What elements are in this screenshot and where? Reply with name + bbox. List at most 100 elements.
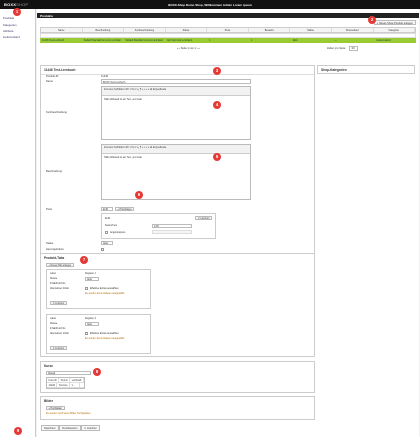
- product-id-value: 11446: [101, 75, 109, 78]
- new-product-button[interactable]: + Neues Shop-Produkt anlegen: [373, 20, 416, 25]
- tab-content-label: Inhalt/Kurzinfo: [50, 327, 66, 330]
- short-description-editor[interactable]: Format ▾ Schriftart ▾ B I U S x² x₂ ¶ ≡ …: [101, 86, 251, 140]
- offer-price-checkbox[interactable]: [105, 230, 108, 234]
- tab-class-label: Klasse: [50, 322, 58, 325]
- column-header[interactable]: Name: [41, 28, 83, 32]
- netto-price-label: Netto-Preis: [105, 224, 117, 227]
- short-description-label: Kurzbeschreibung: [46, 111, 67, 114]
- highlighted-checkbox[interactable]: [101, 248, 104, 251]
- add-price-button[interactable]: + Hinzufügen: [115, 207, 135, 211]
- status-label: Status: [46, 242, 54, 245]
- sidebar-item-delivery[interactable]: Lieferzustand: [0, 34, 35, 40]
- product-edit-panel: 11446 Test-Lernbuch Produkt-ID 11446 Nam…: [40, 65, 315, 255]
- tab-label-label: Label: [50, 317, 56, 320]
- column-header[interactable]: Marke: [290, 28, 332, 32]
- annotation-badge-6: 6: [135, 191, 143, 199]
- courses-section: Kurse Aktuell Kurs-ID Termin Lehrkraft 1…: [40, 361, 315, 393]
- save-button[interactable]: Speichern: [41, 425, 59, 431]
- editor-body[interactable]: Hallo Weltwelt ist ein Text, und zwar: [102, 154, 250, 161]
- table-cell: Termine: [57, 383, 70, 387]
- annotation-badge-3: 3: [213, 67, 221, 75]
- table-cell: 11446 Test-Lernbuch: [42, 39, 65, 42]
- reset-button[interactable]: Zurücksetzen: [59, 425, 81, 431]
- editor-toolbar[interactable]: Format ▾ Schriftart ▾ B I U S x² x₂ ¶ ≡ …: [102, 145, 250, 154]
- annotation-badge-4: 4: [213, 101, 221, 109]
- extras-checkbox[interactable]: [85, 286, 88, 290]
- rows-per-page-select[interactable]: 20: [348, 46, 358, 51]
- description-label: Beschreibung: [46, 170, 62, 173]
- rows-per-page: Zeilen pro Seite: 20: [327, 46, 358, 51]
- sidebar: Produkte Kategorien Attribute Lieferzust…: [0, 9, 36, 437]
- annotation-badge-1: 1: [13, 8, 21, 16]
- extras-label: Effektive Extras auswählen: [90, 332, 119, 335]
- currency-select[interactable]: EUR: [101, 207, 113, 211]
- product-edit-title: 11446 Test-Lernbuch: [41, 66, 314, 75]
- pagination[interactable]: « ‹ Seite 1 von 1 › »: [177, 47, 200, 50]
- name-label: Name: [46, 80, 53, 83]
- table-cell: Default Standard ist ernst und klein: [83, 39, 121, 42]
- annotation-badge-8: 8: [93, 368, 101, 376]
- tab-label-value: Register 1: [85, 272, 96, 275]
- price-currency-label: EUR: [105, 217, 111, 220]
- status-select[interactable]: Aktiv: [101, 241, 113, 245]
- table-cell: Default Standard ist ernst und klein: [125, 39, 163, 42]
- table-cell: 1: [250, 39, 253, 42]
- editor-toolbar[interactable]: Format ▾ Schriftart ▾ B I U S x² x₂ ¶ ≡ …: [102, 87, 250, 96]
- column-header[interactable]: Bestand: [249, 28, 291, 32]
- table-row[interactable]: 11446 Termine ✎: [47, 383, 84, 388]
- upload-image-button[interactable]: + Hochladen: [46, 406, 65, 410]
- remove-tab-button[interactable]: ✕ Löschen: [50, 346, 67, 350]
- no-files-warning: Es wurden keine Dateien ausgewählt: [85, 337, 125, 340]
- column-header[interactable]: Preis: [207, 28, 249, 32]
- tab-entry: Label Register 2 Klasse Aktiv Inhalt/Kur…: [46, 314, 151, 354]
- delete-button[interactable]: ✕ Löschen: [81, 425, 100, 431]
- shop-categories-title: Shop-Kategorien: [321, 68, 347, 72]
- tab-class-select[interactable]: Aktiv: [85, 321, 99, 326]
- highlighted-label: Hervorgehoben: [46, 248, 64, 251]
- description-editor[interactable]: Format ▾ Schriftart ▾ B I U S x² x₂ ¶ ≡ …: [101, 144, 251, 200]
- price-label: Preis: [46, 208, 52, 211]
- rows-per-page-label: Zeilen pro Seite:: [327, 47, 346, 50]
- tab-alt-content-label: Alternativer Inhalt: [50, 287, 69, 290]
- name-input[interactable]: BOXX Test Lernbuch: [101, 79, 251, 84]
- no-files-warning: Es wurden keine Dateien ausgewählt: [85, 292, 125, 295]
- table-cell: Ein Test Grün erscheint: [167, 39, 193, 42]
- table-cell: Lieferzustand: [376, 39, 391, 42]
- edit-icon[interactable]: ✎: [70, 383, 80, 387]
- tab-class-select[interactable]: Aktiv: [85, 276, 99, 281]
- courses-select[interactable]: Aktuell: [46, 371, 91, 375]
- table-cell: Aktiv: [292, 39, 298, 42]
- column-header: Kurs-ID: [47, 378, 60, 382]
- tab-content-label: Inhalt/Kurzinfo: [50, 282, 66, 285]
- annotation-badge-9: 9: [14, 427, 22, 435]
- offer-price-input[interactable]: [152, 230, 192, 234]
- product-id-label: Produkt-ID: [46, 75, 59, 78]
- courses-title: Kurse: [44, 364, 54, 368]
- tab-class-label: Klasse: [50, 277, 58, 280]
- table-row[interactable]: 11446 Test-Lernbuch Default Standard ist…: [40, 38, 416, 43]
- column-header[interactable]: Preisverlauf: [332, 28, 374, 32]
- images-title: Bilder: [44, 399, 54, 403]
- annotation-badge-5: 5: [213, 153, 221, 161]
- courses-table: Kurs-ID Termin Lehrkraft 11446 Termine ✎: [46, 377, 85, 389]
- column-header[interactable]: Kurzbeschreibung: [124, 28, 166, 32]
- netto-price-input[interactable]: 0,00: [152, 223, 192, 228]
- shop-categories-panel: Shop-Kategorien: [317, 65, 415, 74]
- remove-tab-button[interactable]: ✕ Löschen: [50, 301, 67, 305]
- offer-price-label: Angebotspreis: [110, 230, 126, 234]
- product-tabs-section: Produkt-Tabs + Neues Tab anlegen Label R…: [40, 253, 315, 357]
- annotation-badge-7: 7: [80, 256, 88, 264]
- column-header[interactable]: Status: [166, 28, 208, 32]
- table-cell: —: [334, 39, 337, 42]
- table-cell: 1: [209, 39, 211, 42]
- column-header[interactable]: Beschreibung: [83, 28, 125, 32]
- app-title: BOXX-Shop Demo Shop, Willkommen Admin Lo…: [168, 2, 252, 7]
- remove-price-button[interactable]: ✕ Löschen: [195, 216, 212, 220]
- annotation-badge-2: 2: [368, 16, 376, 24]
- new-tab-button[interactable]: + Neues Tab anlegen: [46, 263, 74, 267]
- extras-checkbox[interactable]: [85, 331, 88, 335]
- top-bar: BOXXSHOP BOXX-Shop Demo Shop, Willkommen…: [0, 0, 420, 9]
- editor-body[interactable]: Hallo Weltwelt ist ein Text, und zwar: [102, 96, 250, 103]
- column-header[interactable]: Kategorie: [374, 28, 416, 32]
- table-cell: 11446: [47, 383, 58, 387]
